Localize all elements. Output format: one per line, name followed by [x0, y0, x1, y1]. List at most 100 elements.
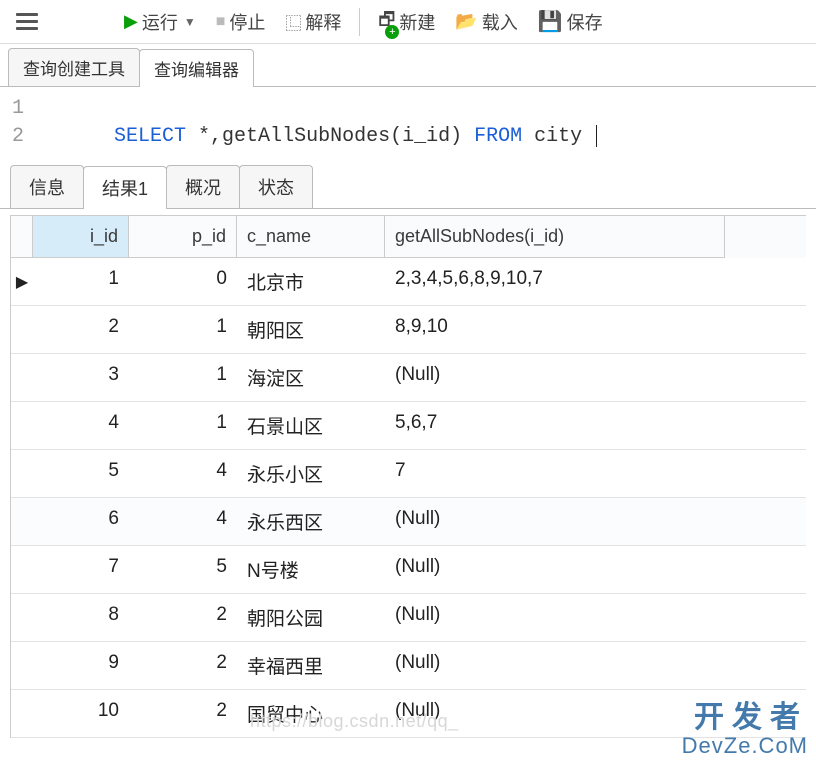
new-icon: 🗗 +: [378, 7, 395, 37]
cell-pid[interactable]: 1: [129, 354, 237, 401]
faint-watermark-url: https://blog.csdn.net/qq_: [250, 711, 459, 732]
column-header-pid[interactable]: p_id: [129, 216, 237, 258]
stop-label: 停止: [229, 9, 265, 35]
tab-query-editor[interactable]: 查询编辑器: [139, 49, 254, 87]
explain-icon: ⿺: [285, 10, 301, 34]
table-row[interactable]: ▶10北京市2,3,4,5,6,8,9,10,7: [11, 258, 806, 306]
toolbar-separator: [359, 8, 360, 36]
cell-cname[interactable]: N号楼: [237, 546, 385, 593]
cell-pid[interactable]: 4: [129, 450, 237, 497]
row-marker: [11, 354, 33, 401]
cell-pid[interactable]: 0: [129, 258, 237, 305]
table-row[interactable]: 54永乐小区7: [11, 450, 806, 498]
cell-pid[interactable]: 1: [129, 306, 237, 353]
column-header-sub[interactable]: getAllSubNodes(i_id): [385, 216, 725, 258]
cell-pid[interactable]: 1: [129, 402, 237, 449]
run-label: 运行: [142, 9, 178, 35]
cell-subnodes[interactable]: (Null): [385, 498, 725, 545]
tab-query-builder[interactable]: 查询创建工具: [8, 48, 140, 86]
cell-iid[interactable]: 1: [33, 258, 129, 305]
cell-iid[interactable]: 10: [33, 690, 129, 737]
watermark-line1: 开发者: [682, 701, 808, 734]
cell-subnodes[interactable]: (Null): [385, 546, 725, 593]
watermark-line2: DevZe.CoM: [682, 734, 808, 758]
row-marker: [11, 594, 33, 641]
new-button[interactable]: 🗗 + 新建: [370, 3, 443, 41]
cell-subnodes[interactable]: 8,9,10: [385, 306, 725, 353]
cell-subnodes[interactable]: (Null): [385, 594, 725, 641]
cell-subnodes[interactable]: (Null): [385, 642, 725, 689]
grid-body: ▶10北京市2,3,4,5,6,8,9,10,721朝阳区8,9,1031海淀区…: [11, 258, 806, 738]
cell-pid[interactable]: 2: [129, 642, 237, 689]
result-tab-row: 信息 结果1 概况 状态: [0, 159, 816, 209]
cell-pid[interactable]: 2: [129, 690, 237, 737]
cell-iid[interactable]: 4: [33, 402, 129, 449]
line-gutter: 1 2: [12, 95, 24, 151]
tab-status[interactable]: 状态: [239, 165, 313, 208]
menu-icon[interactable]: [10, 7, 48, 36]
cell-subnodes[interactable]: 2,3,4,5,6,8,9,10,7: [385, 258, 725, 305]
table-row[interactable]: 64永乐西区(Null): [11, 498, 806, 546]
tab-result1[interactable]: 结果1: [83, 166, 167, 209]
table-row[interactable]: 21朝阳区8,9,10: [11, 306, 806, 354]
cell-iid[interactable]: 7: [33, 546, 129, 593]
cell-iid[interactable]: 2: [33, 306, 129, 353]
run-button[interactable]: ▶ 运行 ▼: [116, 5, 204, 39]
sql-editor[interactable]: 1 2 SELECT *,getAllSubNodes(i_id) FROM c…: [0, 87, 816, 159]
cell-subnodes[interactable]: 5,6,7: [385, 402, 725, 449]
save-label: 保存: [567, 9, 603, 35]
row-marker-header: [11, 216, 33, 258]
cell-pid[interactable]: 4: [129, 498, 237, 545]
line-number: 2: [12, 123, 24, 151]
cell-cname[interactable]: 石景山区: [237, 402, 385, 449]
sql-keyword-from: FROM: [474, 125, 522, 148]
cell-iid[interactable]: 9: [33, 642, 129, 689]
row-marker: ▶: [11, 258, 33, 305]
cell-cname[interactable]: 北京市: [237, 258, 385, 305]
cell-cname[interactable]: 永乐小区: [237, 450, 385, 497]
cell-iid[interactable]: 3: [33, 354, 129, 401]
table-row[interactable]: 82朝阳公园(Null): [11, 594, 806, 642]
cell-iid[interactable]: 5: [33, 450, 129, 497]
cell-cname[interactable]: 幸福西里: [237, 642, 385, 689]
row-marker: [11, 690, 33, 737]
explain-label: 解释: [305, 9, 341, 35]
column-header-iid[interactable]: i_id: [33, 216, 129, 258]
line-number: 1: [12, 95, 24, 123]
column-header-cname[interactable]: c_name: [237, 216, 385, 258]
row-marker: [11, 402, 33, 449]
cell-cname[interactable]: 永乐西区: [237, 498, 385, 545]
cell-cname[interactable]: 朝阳公园: [237, 594, 385, 641]
row-marker: [11, 642, 33, 689]
cell-iid[interactable]: 8: [33, 594, 129, 641]
cell-pid[interactable]: 2: [129, 594, 237, 641]
watermark: 开发者 DevZe.CoM: [682, 701, 808, 758]
table-row[interactable]: 75N号楼(Null): [11, 546, 806, 594]
cell-pid[interactable]: 5: [129, 546, 237, 593]
code-area[interactable]: SELECT *,getAllSubNodes(i_id) FROM city: [42, 95, 597, 151]
result-grid[interactable]: i_id p_id c_name getAllSubNodes(i_id) ▶1…: [10, 215, 806, 738]
table-row[interactable]: 31海淀区(Null): [11, 354, 806, 402]
cell-subnodes[interactable]: 7: [385, 450, 725, 497]
floppy-icon: 💾: [538, 9, 563, 34]
cell-iid[interactable]: 6: [33, 498, 129, 545]
play-icon: ▶: [124, 11, 138, 32]
tab-info[interactable]: 信息: [10, 165, 84, 208]
query-tab-row: 查询创建工具 查询编辑器: [0, 44, 816, 87]
cell-cname[interactable]: 朝阳区: [237, 306, 385, 353]
stop-icon: ■: [216, 13, 226, 31]
explain-button[interactable]: ⿺ 解释: [277, 5, 349, 39]
table-row[interactable]: 41石景山区5,6,7: [11, 402, 806, 450]
sql-body: *,getAllSubNodes(i_id): [186, 125, 474, 148]
table-row[interactable]: 92幸福西里(Null): [11, 642, 806, 690]
row-marker: [11, 450, 33, 497]
chevron-down-icon[interactable]: ▼: [184, 15, 196, 29]
load-button[interactable]: 📂 载入: [447, 5, 525, 39]
save-button[interactable]: 💾 保存: [530, 5, 611, 39]
new-label: 新建: [399, 9, 435, 35]
cell-subnodes[interactable]: (Null): [385, 354, 725, 401]
stop-button[interactable]: ■ 停止: [208, 5, 274, 39]
cell-cname[interactable]: 海淀区: [237, 354, 385, 401]
row-marker: [11, 498, 33, 545]
tab-overview[interactable]: 概况: [166, 165, 240, 208]
